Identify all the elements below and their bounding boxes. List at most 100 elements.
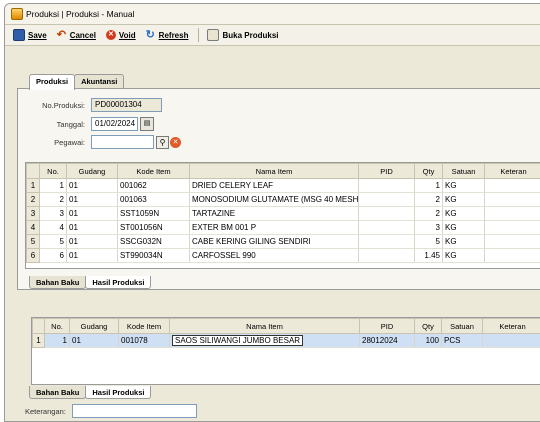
cell-nama-item[interactable]: MONOSODIUM GLUTAMATE (MSG 40 MESH [190, 193, 359, 207]
window-title: Produksi | Produksi - Manual [26, 9, 135, 19]
cell-no[interactable]: 1 [40, 179, 67, 193]
cell-nama-item[interactable]: DRIED CELERY LEAF [190, 179, 359, 193]
cell-no[interactable]: 1 [45, 334, 70, 348]
table-row[interactable]: 4401ST001056NEXTER BM 001 P3KG [27, 221, 540, 235]
cell-kode-item[interactable]: SST1059N [118, 207, 190, 221]
col-header-gudang[interactable]: Gudang [70, 319, 119, 334]
save-button[interactable]: Save [13, 29, 47, 41]
cell-keterangan[interactable] [485, 221, 540, 235]
cell-pid[interactable] [359, 179, 415, 193]
cell-gudang[interactable]: 01 [67, 235, 118, 249]
table-row[interactable]: 1101001078SAOS SILIWANGI JUMBO BESAR2801… [33, 334, 540, 348]
cell-satuan[interactable]: KG [443, 193, 485, 207]
cell-pid[interactable]: 28012024 [360, 334, 415, 348]
table-row[interactable]: 5501SSCG032NCABE KERING GILING SENDIRI5K… [27, 235, 540, 249]
cell-keterangan[interactable] [485, 179, 540, 193]
col-header-no[interactable]: No. [45, 319, 70, 334]
cell-nama-item[interactable]: TARTAZINE [190, 207, 359, 221]
cell-satuan[interactable]: KG [443, 207, 485, 221]
cell-qty[interactable]: 100 [415, 334, 442, 348]
cell-gudang[interactable]: 01 [67, 207, 118, 221]
cell-qty[interactable]: 1 [415, 179, 443, 193]
cell-keterangan[interactable] [485, 193, 540, 207]
col-header-satuan[interactable]: Satuan [443, 164, 485, 179]
col-header-pid[interactable]: PID [359, 164, 415, 179]
col-header-kode-item[interactable]: Kode Item [118, 164, 190, 179]
cell-satuan[interactable]: KG [443, 179, 485, 193]
cell-kode-item[interactable]: 001078 [119, 334, 170, 348]
col-header-nama-item[interactable]: Nama Item [190, 164, 359, 179]
cell-kode-item[interactable]: ST990034N [118, 249, 190, 263]
search-icon[interactable]: ⚲ [156, 136, 169, 149]
table-row[interactable]: 3301SST1059NTARTAZINE2KG [27, 207, 540, 221]
nama-item-editor[interactable]: SAOS SILIWANGI JUMBO BESAR [172, 335, 303, 346]
table-row[interactable]: 6601ST990034NCARFOSSEL 9901.45KG [27, 249, 540, 263]
tab-akuntansi[interactable]: Akuntansi [74, 74, 124, 89]
cell-qty[interactable]: 1.45 [415, 249, 443, 263]
cell-satuan[interactable]: KG [443, 249, 485, 263]
cell-no[interactable]: 6 [40, 249, 67, 263]
cell-keterangan[interactable] [485, 235, 540, 249]
cell-nama-item[interactable]: SAOS SILIWANGI JUMBO BESAR [170, 334, 360, 348]
cell-no[interactable]: 5 [40, 235, 67, 249]
cell-qty[interactable]: 2 [415, 207, 443, 221]
col-header-keterangan[interactable]: Keteran [485, 164, 540, 179]
col-header-satuan[interactable]: Satuan [442, 319, 483, 334]
col-header-gudang[interactable]: Gudang [67, 164, 118, 179]
table-row[interactable]: 2201001063MONOSODIUM GLUTAMATE (MSG 40 M… [27, 193, 540, 207]
cell-satuan[interactable]: KG [443, 235, 485, 249]
cell-pid[interactable] [359, 193, 415, 207]
tab-bahan-baku[interactable]: Bahan Baku [29, 276, 86, 289]
cell-kode-item[interactable]: ST001056N [118, 221, 190, 235]
col-header-kode-item[interactable]: Kode Item [119, 319, 170, 334]
cell-no[interactable]: 3 [40, 207, 67, 221]
cell-qty[interactable]: 2 [415, 193, 443, 207]
cell-keterangan[interactable] [485, 207, 540, 221]
cell-pid[interactable] [359, 207, 415, 221]
tab-hasil-produksi-bottom[interactable]: Hasil Produksi [85, 386, 151, 399]
calendar-icon[interactable]: ▤ [140, 117, 154, 131]
cell-qty[interactable]: 3 [415, 221, 443, 235]
cell-qty[interactable]: 5 [415, 235, 443, 249]
cell-keterangan[interactable] [485, 249, 540, 263]
col-header-no[interactable]: No. [40, 164, 67, 179]
cell-gudang[interactable]: 01 [67, 249, 118, 263]
col-header-qty[interactable]: Qty [415, 319, 442, 334]
app-window: Produksi | Produksi - Manual Save ↶ Canc… [4, 3, 540, 422]
cell-kode-item[interactable]: 001063 [118, 193, 190, 207]
cell-nama-item[interactable]: EXTER BM 001 P [190, 221, 359, 235]
keterangan-field[interactable] [72, 404, 197, 418]
toolbar-separator [198, 28, 199, 42]
cell-nama-item[interactable]: CARFOSSEL 990 [190, 249, 359, 263]
col-header-keterangan[interactable]: Keteran [483, 319, 540, 334]
cell-gudang[interactable]: 01 [70, 334, 119, 348]
buka-produksi-button[interactable]: Buka Produksi [207, 29, 278, 41]
refresh-button[interactable]: ↻ Refresh [146, 30, 189, 40]
cell-gudang[interactable]: 01 [67, 193, 118, 207]
void-button[interactable]: ✕ Void [106, 30, 136, 40]
cell-nama-item[interactable]: CABE KERING GILING SENDIRI [190, 235, 359, 249]
col-header-nama-item[interactable]: Nama Item [170, 319, 360, 334]
cell-satuan[interactable]: PCS [442, 334, 483, 348]
cell-kode-item[interactable]: SSCG032N [118, 235, 190, 249]
cell-keterangan[interactable] [483, 334, 540, 348]
pegawai-field[interactable] [91, 135, 154, 149]
col-header-qty[interactable]: Qty [415, 164, 443, 179]
cell-satuan[interactable]: KG [443, 221, 485, 235]
table-row[interactable]: 1101001062DRIED CELERY LEAF1KG [27, 179, 540, 193]
cell-pid[interactable] [359, 221, 415, 235]
cell-pid[interactable] [359, 235, 415, 249]
tab-bahan-baku-bottom[interactable]: Bahan Baku [29, 386, 86, 399]
cancel-button[interactable]: ↶ Cancel [57, 30, 96, 40]
cell-gudang[interactable]: 01 [67, 221, 118, 235]
clear-icon[interactable]: ✕ [170, 137, 181, 148]
tanggal-field[interactable]: 01/02/2024 [91, 117, 138, 131]
col-header-pid[interactable]: PID [360, 319, 415, 334]
cell-no[interactable]: 2 [40, 193, 67, 207]
cell-no[interactable]: 4 [40, 221, 67, 235]
cell-gudang[interactable]: 01 [67, 179, 118, 193]
tab-produksi[interactable]: Produksi [29, 74, 75, 90]
cell-kode-item[interactable]: 001062 [118, 179, 190, 193]
tab-hasil-produksi[interactable]: Hasil Produksi [85, 276, 151, 289]
cell-pid[interactable] [359, 249, 415, 263]
